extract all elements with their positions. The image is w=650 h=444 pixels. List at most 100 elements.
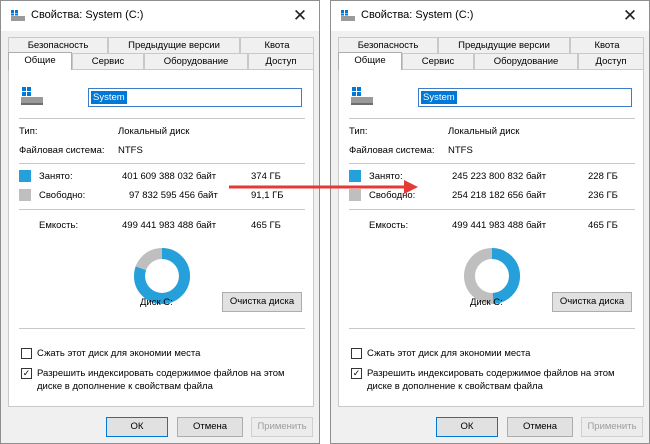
filesystem-value: NTFS [118, 145, 143, 156]
tab-service[interactable]: Сервис [72, 53, 144, 69]
tab-security[interactable]: Безопасность [8, 37, 108, 53]
separator [349, 328, 635, 329]
used-label: Занято: [39, 171, 73, 182]
ok-button[interactable]: ОК [436, 417, 498, 437]
capacity-bytes: 499 441 983 488 байт [122, 220, 217, 231]
tab-label: Предыдущие версии [458, 40, 550, 51]
tab-label: Доступ [595, 56, 627, 67]
tab-sharing[interactable]: Доступ [248, 53, 314, 69]
filesystem-label: Файловая система: [349, 145, 435, 156]
close-icon[interactable]: ✕ [619, 5, 641, 27]
separator [349, 163, 635, 164]
general-panel: System Тип: Локальный диск Файловая сист… [338, 69, 644, 407]
tab-sharing[interactable]: Доступ [578, 53, 644, 69]
index-label-line1: Разрешить индексировать содержимое файло… [367, 368, 615, 379]
separator [349, 118, 635, 119]
separator [19, 328, 305, 329]
used-color-swatch [19, 170, 31, 182]
general-panel: System Тип: Локальный диск Файловая сист… [8, 69, 314, 407]
index-checkbox[interactable]: ✓ [351, 368, 362, 379]
free-bytes: 97 832 595 456 байт [129, 190, 218, 201]
drive-icon [341, 10, 355, 21]
filesystem-label: Файловая система: [19, 145, 105, 156]
tab-label: Безопасность [357, 40, 419, 51]
drive-icon [11, 10, 25, 21]
tab-label: Безопасность [27, 40, 89, 51]
window-title: Свойства: System (C:) [361, 9, 474, 21]
ok-button[interactable]: ОК [106, 417, 168, 437]
used-label: Занято: [369, 171, 403, 182]
tab-service[interactable]: Сервис [402, 53, 474, 69]
cancel-button[interactable]: Отмена [177, 417, 243, 437]
tab-label: Сервис [421, 56, 455, 67]
type-value: Локальный диск [448, 126, 520, 137]
free-size: 91,1 ГБ [251, 190, 284, 201]
used-color-swatch [349, 170, 361, 182]
tab-label: Предыдущие версии [128, 40, 220, 51]
drive-name-input[interactable]: System [418, 88, 632, 107]
capacity-size: 465 ГБ [251, 220, 281, 231]
type-value: Локальный диск [118, 126, 190, 137]
compress-checkbox[interactable] [351, 348, 362, 359]
drive-icon [351, 87, 373, 105]
compress-checkbox[interactable] [21, 348, 32, 359]
window-title: Свойства: System (C:) [31, 9, 144, 21]
tab-label: Оборудование [493, 56, 559, 67]
disk-cleanup-button[interactable]: Очистка диска [552, 292, 632, 312]
tab-previous-versions[interactable]: Предыдущие версии [438, 37, 570, 53]
drive-name-input[interactable]: System [88, 88, 302, 107]
separator [19, 163, 305, 164]
free-label: Свободно: [39, 190, 86, 201]
apply-button[interactable]: Применить [251, 417, 313, 437]
disk-label: Диск C: [140, 297, 173, 308]
free-color-swatch [349, 189, 361, 201]
capacity-label: Емкость: [39, 220, 79, 231]
properties-dialog-before: Свойства: System (C:) ✕ Безопасность Пре… [0, 0, 320, 444]
properties-dialog-after: Свойства: System (C:) ✕ Безопасность Пре… [330, 0, 650, 444]
disk-cleanup-button[interactable]: Очистка диска [222, 292, 302, 312]
tab-quota[interactable]: Квота [570, 37, 644, 53]
index-label-line1: Разрешить индексировать содержимое файло… [37, 368, 285, 379]
free-bytes: 254 218 182 656 байт [452, 190, 547, 201]
tab-label: Общие [24, 55, 56, 66]
title-bar[interactable]: Свойства: System (C:) ✕ [331, 1, 649, 31]
used-bytes: 245 223 800 832 байт [452, 171, 547, 182]
capacity-label: Емкость: [369, 220, 409, 231]
type-label: Тип: [349, 126, 368, 137]
tab-hardware[interactable]: Оборудование [474, 53, 578, 69]
tab-quota[interactable]: Квота [240, 37, 314, 53]
capacity-bytes: 499 441 983 488 байт [452, 220, 547, 231]
tab-label: Квота [594, 40, 620, 51]
separator [19, 118, 305, 119]
tab-security[interactable]: Безопасность [338, 37, 438, 53]
apply-button[interactable]: Применить [581, 417, 643, 437]
tab-general[interactable]: Общие [8, 52, 72, 70]
title-bar[interactable]: Свойства: System (C:) ✕ [1, 1, 319, 31]
separator [349, 209, 635, 210]
used-size: 374 ГБ [251, 171, 281, 182]
tab-general[interactable]: Общие [338, 52, 402, 70]
free-label: Свободно: [369, 190, 416, 201]
index-checkbox[interactable]: ✓ [21, 368, 32, 379]
drive-icon [21, 87, 43, 105]
tab-label: Общие [354, 55, 386, 66]
index-label-line2: диске в дополнение к свойствам файла [367, 381, 543, 392]
close-icon[interactable]: ✕ [289, 5, 311, 27]
free-size: 236 ГБ [588, 190, 618, 201]
drive-name-value: System [91, 91, 127, 104]
cancel-button[interactable]: Отмена [507, 417, 573, 437]
filesystem-value: NTFS [448, 145, 473, 156]
index-label-line2: диске в дополнение к свойствам файла [37, 381, 213, 392]
used-bytes: 401 609 388 032 байт [122, 171, 217, 182]
tab-label: Сервис [91, 56, 125, 67]
type-label: Тип: [19, 126, 38, 137]
tab-hardware[interactable]: Оборудование [144, 53, 248, 69]
tab-label: Доступ [265, 56, 297, 67]
free-color-swatch [19, 189, 31, 201]
separator [19, 209, 305, 210]
tab-previous-versions[interactable]: Предыдущие версии [108, 37, 240, 53]
drive-name-value: System [421, 91, 457, 104]
compress-label: Сжать этот диск для экономии места [37, 348, 201, 359]
used-size: 228 ГБ [588, 171, 618, 182]
compress-label: Сжать этот диск для экономии места [367, 348, 531, 359]
